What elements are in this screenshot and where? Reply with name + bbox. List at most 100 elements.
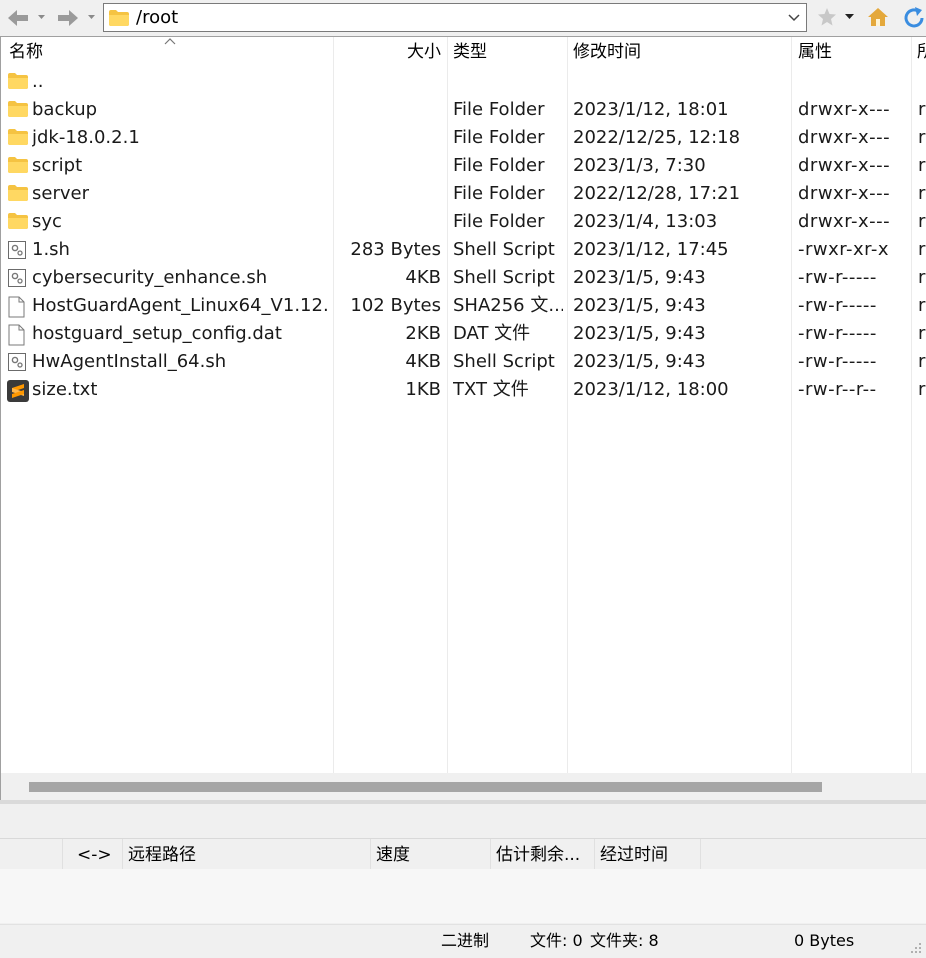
queue-col-eta[interactable]: 估计剩余...: [496, 844, 580, 866]
file-type: Shell Script: [453, 239, 555, 260]
file-name: jdk-18.0.2.1: [32, 127, 140, 148]
file-attributes: -rw-r--r--: [798, 379, 877, 400]
folder-icon: [7, 156, 29, 178]
status-folder-count: 文件夹: 8: [590, 931, 659, 950]
folder-icon: [7, 128, 29, 150]
file-row[interactable]: server File Folder 2022/12/28, 17:21 drwxr-…: [1, 180, 926, 208]
folder-icon: [7, 100, 29, 122]
file-size: 283 Bytes: [350, 239, 441, 260]
file-modified: 2023/1/5, 9:43: [573, 323, 706, 344]
file-name: HostGuardAgent_Linux64_V1.12....: [32, 295, 328, 316]
status-bar: 二进制 文件: 0 文件夹: 8 0 Bytes: [0, 924, 926, 958]
file-name: script: [32, 155, 83, 176]
file-type: File Folder: [453, 99, 545, 120]
column-header-name[interactable]: 名称: [9, 41, 43, 63]
bookmark-star-icon[interactable]: [817, 6, 837, 28]
scrollbar-thumb[interactable]: [29, 782, 822, 792]
sublime-text-icon: [7, 380, 29, 406]
file-row[interactable]: hostguard_setup_config.dat 2KB DAT 文件 2023/…: [1, 320, 926, 348]
file-attributes: drwxr-x---: [798, 183, 891, 204]
file-attributes: -rw-r-----: [798, 351, 877, 372]
file-row[interactable]: script File Folder 2023/1/3, 7:30 drwxr-x--…: [1, 152, 926, 180]
file-owner: r: [918, 239, 926, 260]
file-name: cybersecurity_enhance.sh: [32, 267, 268, 288]
folder-icon: [7, 212, 29, 234]
file-size: 4KB: [405, 267, 441, 288]
blank-file-icon: [7, 296, 25, 322]
file-type: File Folder: [453, 183, 545, 204]
queue-col-elapsed[interactable]: 经过时间: [600, 844, 668, 866]
file-type: File Folder: [453, 127, 545, 148]
folder-icon: [109, 10, 129, 26]
file-attributes: -rw-r-----: [798, 295, 877, 316]
file-type: File Folder: [453, 155, 545, 176]
file-modified: 2023/1/12, 18:01: [573, 99, 729, 120]
file-attributes: -rw-r-----: [798, 267, 877, 288]
file-owner: r: [918, 323, 926, 344]
file-type: Shell Script: [453, 267, 555, 288]
column-header-owner[interactable]: 所: [917, 41, 926, 63]
file-attributes: -rwxr-xr-x: [798, 239, 890, 260]
file-row[interactable]: syc File Folder 2023/1/4, 13:03 drwxr-x--- r: [1, 208, 926, 236]
path-input[interactable]: /root: [103, 3, 807, 32]
chevron-down-icon[interactable]: [37, 12, 46, 21]
folder-icon: [7, 184, 29, 206]
queue-col-direction[interactable]: <->: [77, 844, 112, 866]
refresh-icon[interactable]: [902, 6, 926, 30]
file-attributes: -rw-r-----: [798, 323, 877, 344]
file-attributes: drwxr-x---: [798, 127, 891, 148]
file-owner: r: [918, 267, 926, 288]
file-name: backup: [32, 99, 98, 120]
back-arrow-icon[interactable]: [6, 6, 30, 30]
horizontal-scrollbar[interactable]: [1, 773, 926, 800]
resize-grip-icon[interactable]: [910, 942, 922, 954]
file-modified: 2022/12/25, 12:18: [573, 127, 741, 148]
file-row[interactable]: cybersecurity_enhance.sh 4KB Shell Script 2…: [1, 264, 926, 292]
transfer-queue-list[interactable]: [0, 869, 926, 923]
file-row[interactable]: ..: [1, 68, 926, 96]
column-header-attributes[interactable]: 属性: [798, 41, 832, 63]
forward-arrow-icon[interactable]: [56, 6, 80, 30]
panel-splitter[interactable]: [0, 800, 926, 804]
status-transfer-mode: 二进制: [441, 931, 490, 950]
chevron-down-icon[interactable]: [87, 12, 96, 21]
file-name: hostguard_setup_config.dat: [32, 323, 282, 344]
file-type: Shell Script: [453, 351, 555, 372]
file-size: 2KB: [405, 323, 441, 344]
chevron-down-icon[interactable]: [788, 13, 800, 23]
path-text: /root: [136, 7, 179, 28]
queue-col-remote-path[interactable]: 远程路径: [128, 844, 196, 866]
file-row[interactable]: 1.sh 283 Bytes Shell Script 2023/1/12, 17:4…: [1, 236, 926, 264]
remote-file-list[interactable]: 名称 大小 类型 修改时间 属性 所 .. backup File Folder 20…: [0, 36, 926, 800]
file-size: 4KB: [405, 351, 441, 372]
file-owner: r: [918, 295, 926, 316]
file-modified: 2023/1/3, 7:30: [573, 155, 706, 176]
file-attributes: drwxr-x---: [798, 99, 891, 120]
file-owner: r: [918, 211, 926, 232]
file-name: size.txt: [32, 379, 98, 400]
file-modified: 2023/1/5, 9:43: [573, 267, 706, 288]
queue-col-speed[interactable]: 速度: [376, 844, 410, 866]
column-header-size[interactable]: 大小: [407, 41, 441, 63]
home-icon[interactable]: [866, 6, 890, 28]
column-header-type[interactable]: 类型: [453, 41, 487, 63]
file-modified: 2023/1/5, 9:43: [573, 351, 706, 372]
file-row[interactable]: HwAgentInstall_64.sh 4KB Shell Script 2023/…: [1, 348, 926, 376]
shell-script-icon: [7, 268, 27, 292]
file-modified: 2023/1/5, 9:43: [573, 295, 706, 316]
file-name: ..: [32, 71, 44, 92]
chevron-down-icon[interactable]: [845, 12, 854, 21]
file-attributes: drwxr-x---: [798, 211, 891, 232]
file-type: File Folder: [453, 211, 545, 232]
file-row[interactable]: HostGuardAgent_Linux64_V1.12.... 102 Byte…: [1, 292, 926, 320]
file-owner: r: [918, 183, 926, 204]
column-header-modified[interactable]: 修改时间: [573, 41, 641, 63]
transfer-queue-header: <-> 远程路径 速度 估计剩余... 经过时间: [0, 838, 926, 870]
file-modified: 2023/1/12, 18:00: [573, 379, 729, 400]
file-row[interactable]: size.txt 1KB TXT 文件 2023/1/12, 18:00 -rw-r--…: [1, 376, 926, 404]
file-owner: r: [918, 127, 926, 148]
file-row[interactable]: backup File Folder 2023/1/12, 18:01 drwxr-x…: [1, 96, 926, 124]
sort-ascending-icon: [164, 38, 176, 45]
file-row[interactable]: jdk-18.0.2.1 File Folder 2022/12/25, 12:18…: [1, 124, 926, 152]
file-owner: r: [918, 155, 926, 176]
